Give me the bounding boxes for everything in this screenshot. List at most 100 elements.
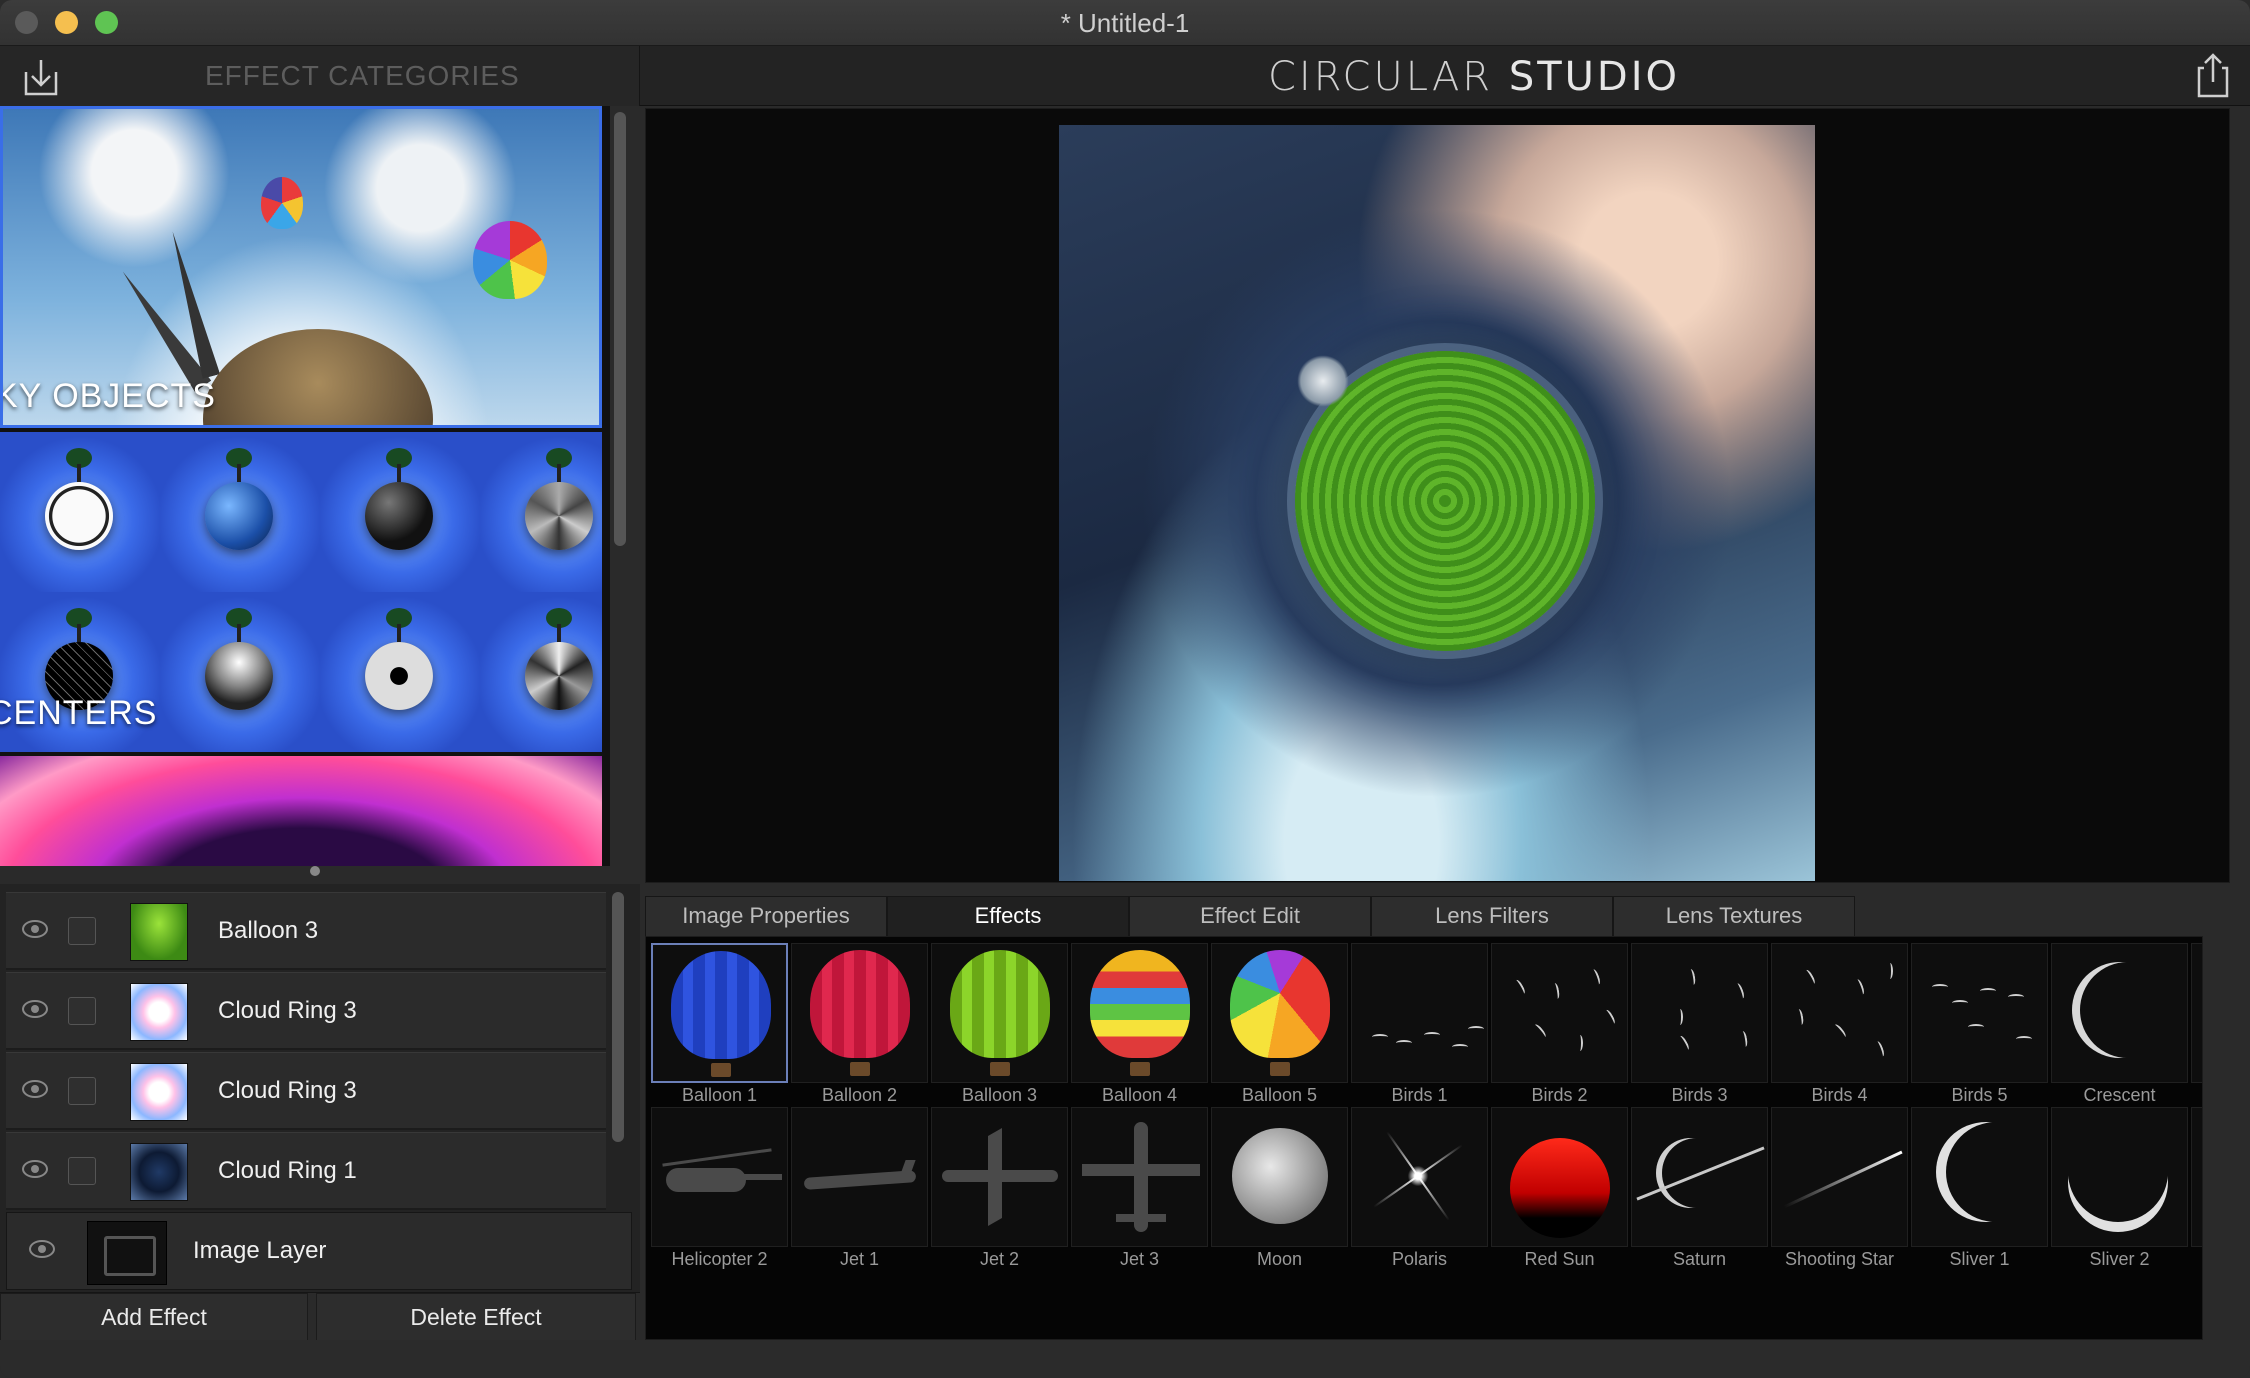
effect-label: Moon (1256, 1249, 1303, 1269)
effect-item-partial[interactable] (2191, 1107, 2202, 1247)
effect-item[interactable]: Balloon 2 (791, 943, 928, 1107)
tree-icon (546, 448, 572, 484)
effect-item[interactable]: Balloon 5 (1211, 943, 1348, 1107)
bird-icon (1396, 1040, 1412, 1046)
effect-item[interactable]: Jet 1 (791, 1107, 928, 1271)
effect-item[interactable]: Birds 5 (1911, 943, 2048, 1107)
effect-thumbnail (1071, 1107, 1208, 1247)
layer-name: Cloud Ring 1 (218, 1157, 357, 1184)
bird-icon (1677, 1009, 1683, 1025)
bird-icon (1854, 978, 1866, 996)
layers-scrollbar[interactable] (612, 892, 624, 1142)
effect-item[interactable]: Birds 2 (1491, 943, 1628, 1107)
visibility-eye-icon[interactable] (22, 920, 48, 938)
import-icon[interactable] (20, 56, 62, 98)
bird-icon (1424, 1032, 1440, 1038)
bird-icon (1677, 1034, 1691, 1052)
jet-wing (988, 1127, 1002, 1227)
spire-shape (164, 229, 220, 379)
effect-item[interactable]: Jet 3 (1071, 1107, 1208, 1271)
effect-item[interactable]: Sliver 1 (1911, 1107, 2048, 1271)
tab-lens-textures[interactable]: Lens Textures (1613, 896, 1855, 936)
visibility-eye-icon[interactable] (22, 1000, 48, 1018)
effect-item-partial[interactable] (2191, 943, 2202, 1083)
layer-checkbox[interactable] (68, 917, 96, 945)
effect-categories-list[interactable]: KY OBJECTS CENTERS (0, 106, 610, 866)
share-icon[interactable] (2196, 52, 2230, 98)
effect-thumbnail (1911, 943, 2048, 1083)
tree-icon (386, 608, 412, 644)
layer-thumbnail (130, 1143, 188, 1201)
preview-canvas[interactable] (645, 108, 2230, 883)
effect-label: Helicopter 2 (671, 1249, 768, 1269)
effect-item[interactable]: Jet 2 (931, 1107, 1068, 1271)
bird-icon (1687, 968, 1697, 986)
image-layer-row[interactable]: Image Layer (6, 1212, 632, 1290)
tab-lens-filters[interactable]: Lens Filters (1371, 896, 1613, 936)
effect-item[interactable]: Birds 1 (1351, 943, 1488, 1107)
effect-thumbnail (651, 943, 788, 1083)
effect-item[interactable]: Shooting Star (1771, 1107, 1908, 1271)
balloon-shape (261, 177, 303, 229)
add-effect-button[interactable]: Add Effect (0, 1293, 308, 1341)
effect-thumbnail (1351, 943, 1488, 1083)
effect-label: Balloon 1 (681, 1085, 758, 1105)
layer-row[interactable]: Cloud Ring 3 (6, 1052, 606, 1130)
layer-row[interactable]: Cloud Ring 1 (6, 1132, 606, 1210)
delete-effect-button[interactable]: Delete Effect (316, 1293, 636, 1341)
effect-thumbnail (651, 1107, 788, 1247)
layer-row[interactable]: Balloon 3 (6, 892, 606, 970)
panel-splitter-handle[interactable] (310, 866, 320, 876)
layer-row[interactable]: Cloud Ring 3 (6, 972, 606, 1050)
earth-orb (205, 482, 273, 550)
effect-item[interactable]: Saturn (1631, 1107, 1768, 1271)
effect-item[interactable]: Birds 4 (1771, 943, 1908, 1107)
center-thumb (480, 592, 602, 752)
effect-thumbnail (791, 943, 928, 1083)
center-thumb (320, 592, 480, 752)
bird-icon (2008, 994, 2024, 1000)
helicopter-tail (736, 1174, 782, 1180)
visibility-eye-icon[interactable] (22, 1080, 48, 1098)
bird-icon (1832, 1022, 1848, 1040)
categories-scrollbar[interactable] (614, 112, 626, 546)
effect-item[interactable]: Polaris (1351, 1107, 1488, 1271)
tab-effect-edit[interactable]: Effect Edit (1129, 896, 1371, 936)
category-color-rings[interactable] (0, 756, 602, 866)
helicopter-icon (666, 1168, 746, 1192)
visibility-eye-icon[interactable] (29, 1240, 55, 1258)
effect-item[interactable]: Moon (1211, 1107, 1348, 1271)
effect-item[interactable]: Sliver 2 (2051, 1107, 2188, 1271)
category-centers[interactable]: CENTERS (0, 432, 602, 752)
bird-icon (1590, 968, 1602, 986)
layer-thumbnail (130, 903, 188, 961)
effect-item[interactable]: Birds 3 (1631, 943, 1768, 1107)
effect-item[interactable]: Red Sun (1491, 1107, 1628, 1271)
effect-label: Jet 2 (979, 1249, 1020, 1269)
effect-label: Birds 5 (1951, 1085, 2008, 1105)
effect-item[interactable]: Helicopter 2 (651, 1107, 788, 1271)
center-thumb (480, 432, 602, 592)
category-sky-objects[interactable]: KY OBJECTS (0, 106, 602, 428)
effect-item[interactable]: Balloon 4 (1071, 943, 1208, 1107)
visibility-eye-icon[interactable] (22, 1160, 48, 1178)
balloon-icon (1090, 950, 1190, 1076)
bird-icon (1452, 1044, 1468, 1050)
layer-checkbox[interactable] (68, 1077, 96, 1105)
layer-checkbox[interactable] (68, 997, 96, 1025)
layer-name: Balloon 3 (218, 917, 319, 944)
effect-item[interactable]: Balloon 1 (651, 943, 788, 1107)
effect-label: Birds 2 (1531, 1085, 1588, 1105)
bird-icon (1739, 1030, 1749, 1048)
chrome-orb (205, 642, 273, 710)
balloon-icon (1230, 950, 1330, 1076)
preview-image[interactable] (1059, 125, 1815, 881)
layer-checkbox[interactable] (68, 1157, 96, 1185)
tab-image-properties[interactable]: Image Properties (645, 896, 887, 936)
tab-effects[interactable]: Effects (887, 896, 1129, 936)
clock-orb (45, 482, 113, 550)
bird-icon (1577, 1035, 1583, 1051)
effect-thumbnail (1631, 1107, 1768, 1247)
effect-item[interactable]: Balloon 3 (931, 943, 1068, 1107)
effect-item[interactable]: Crescent (2051, 943, 2188, 1107)
